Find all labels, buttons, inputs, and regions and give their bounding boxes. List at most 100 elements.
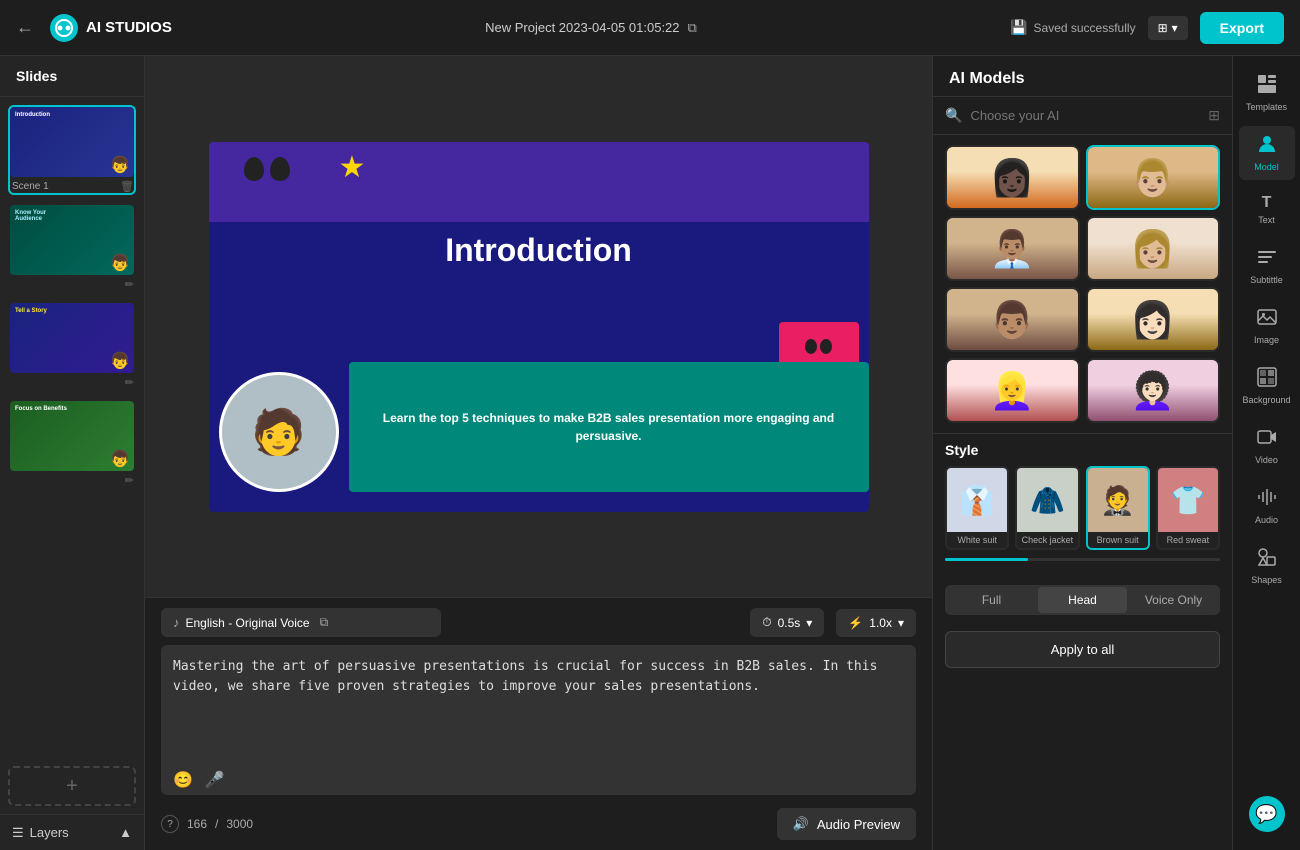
bottom-controls: ♪ English - Original Voice ⧉ ⏱ 0.5s ▾ ⚡ … [145,597,932,850]
shapes-icon [1257,547,1277,572]
ai-model-cristina[interactable]: 👩🏻‍🦱 cristina (Teacher) [1086,358,1221,423]
apply-to-all-button[interactable]: Apply to all [945,631,1220,668]
ai-model-paige[interactable]: 👩🏼 Paige [1086,216,1221,281]
layers-footer[interactable]: ☰ Layers ▲ [0,814,144,850]
slide-thumbnail: Introduction 👦 [10,107,134,177]
shapes-label: Shapes [1251,575,1282,585]
slide-edit-icon[interactable]: ✏ [125,474,134,487]
audio-preview-button[interactable]: 🔊 Audio Preview [777,808,916,840]
chat-bubble-button[interactable]: 💬 [1249,796,1285,832]
char-current: 166 [187,817,207,831]
bottom-footer: ? 166 / 3000 🔊 Audio Preview [161,808,916,840]
saved-status: 💾 Saved successfully [1010,19,1135,36]
style-check-jacket[interactable]: 🧥 Check jacket [1015,466,1079,550]
external-link-icon[interactable]: ⧉ [688,20,697,36]
ai-search-input[interactable] [970,108,1200,123]
audio-icon: 🔊 [793,816,809,832]
header-right: 💾 Saved successfully ⊞▾ Export [1010,12,1284,44]
delay-button[interactable]: ⏱ 0.5s ▾ [750,608,824,637]
model-haylyn-thumb: 👩🏻 [1088,289,1219,350]
main-content: Slides Introduction 👦 Scene 1 🗑 Know You… [0,56,1300,850]
toolbar-background[interactable]: Background [1239,359,1295,413]
toolbar-model[interactable]: Model [1239,126,1295,180]
slide-item[interactable]: Know YourAudience 👦 ✏ [8,203,136,293]
back-button[interactable]: ← [16,17,34,38]
ai-model-haylyn[interactable]: 👩🏻 haylyn (Teacher) [1086,287,1221,352]
slides-header: Slides [0,56,144,97]
toolbar-video[interactable]: Video [1239,419,1295,473]
layers-icon: ☰ [12,825,24,841]
model-dom-label: Dom [947,350,1078,352]
slide-label: ✏ [10,471,134,487]
project-title: New Project 2023-04-05 01:05:22 [485,20,679,35]
slide-item[interactable]: Introduction 👦 Scene 1 🗑 [8,105,136,195]
style-check-jacket-label: Check jacket [1017,532,1077,548]
slide-thumbnail: Focus on Benefits 👦 [10,401,134,471]
tab-voice-only[interactable]: Voice Only [1129,587,1218,613]
audio-icon [1257,487,1277,512]
add-slide-button[interactable]: + [8,766,136,806]
slide-delete-button[interactable]: 🗑 [120,180,134,193]
model-dom-thumb: 👨🏽 [947,289,1078,350]
ai-model-ruby[interactable]: 👱‍♀️ Ruby (Consultant) [945,358,1080,423]
layout-button[interactable]: ⊞▾ [1148,16,1188,40]
slide-edit-icon[interactable]: ✏ [125,376,134,389]
audio-preview-label: Audio Preview [817,817,900,832]
speed-button[interactable]: ⚡ 1.0x ▾ [836,609,916,637]
style-section: Style 👔 White suit 🧥 Check jacket [933,433,1232,577]
ai-model-daniel[interactable]: ✓ 👨🏼 Daniel (Announcer) [1086,145,1221,210]
script-textarea[interactable]: Mastering the art of persuasive presenta… [161,645,916,795]
tab-head[interactable]: Head [1038,587,1127,613]
model-paris-label: Paris (Announcer) [947,208,1078,210]
canvas-wrapper: ★ Introduction Learn the top 5 technique… [145,56,932,597]
toolbar-image[interactable]: Image [1239,299,1295,353]
project-title-area: New Project 2023-04-05 01:05:22 ⧉ [184,20,998,36]
toolbar-templates[interactable]: Templates [1239,66,1295,120]
slide-edit-icon[interactable]: ✏ [125,278,134,291]
audio-label: Audio [1255,515,1278,525]
right-toolbar: Templates Model T Text S [1232,56,1300,850]
style-red-sweat[interactable]: 👕 Red sweat [1156,466,1220,550]
voice-icon: ♪ [173,615,180,630]
delay-value: 0.5s [778,616,801,630]
ai-model-paris[interactable]: 👩🏿 Paris (Announcer) [945,145,1080,210]
toolbar-shapes[interactable]: Shapes [1239,539,1295,593]
tab-full[interactable]: Full [947,587,1036,613]
toolbar-text[interactable]: T Text [1239,186,1295,233]
filter-icon[interactable]: ⊞ [1208,107,1220,124]
ai-model-dom[interactable]: 👨🏽 Dom [945,287,1080,352]
char-max: 3000 [226,817,253,831]
slide-label: Scene 1 🗑 [10,177,134,193]
model-icon [1257,134,1277,159]
style-brown-suit[interactable]: 🤵 Brown suit [1086,466,1150,550]
image-icon [1257,307,1277,332]
emoji-icon[interactable]: 😊 [173,770,193,790]
voice-selector[interactable]: ♪ English - Original Voice ⧉ [161,608,441,637]
model-daniel-thumb: 👨🏼 [1088,147,1219,208]
model-paige-thumb: 👩🏼 [1088,218,1219,279]
toolbar-audio[interactable]: Audio [1239,479,1295,533]
canvas: ★ Introduction Learn the top 5 technique… [209,142,869,512]
image-label: Image [1254,335,1279,345]
model-cristina-thumb: 👩🏻‍🦱 [1088,360,1219,421]
microphone-icon[interactable]: 🎤 [205,770,225,790]
slide-item[interactable]: Focus on Benefits 👦 ✏ [8,399,136,489]
slide-thumbnail: Know YourAudience 👦 [10,205,134,275]
templates-label: Templates [1246,102,1287,112]
external-link-icon: ⧉ [320,615,329,630]
help-icon[interactable]: ? [161,815,179,833]
style-red-sweat-label: Red sweat [1158,532,1218,548]
slide-item[interactable]: Tell a Story 👦 ✏ [8,301,136,391]
text-icon: T [1262,194,1272,212]
logo-text: AI STUDIOS [86,19,172,36]
video-label: Video [1255,455,1278,465]
subtitle-label: Subtittle [1250,275,1283,285]
toolbar-subtitle[interactable]: Subtittle [1239,239,1295,293]
voice-bar: ♪ English - Original Voice ⧉ ⏱ 0.5s ▾ ⚡ … [161,608,916,637]
textarea-icons: 😊 🎤 [173,770,225,790]
ai-model-jonathan[interactable]: 👨🏽‍💼 Jonathan(Full) (Consultant) [945,216,1080,281]
export-button[interactable]: Export [1200,12,1284,44]
view-tabs: Full Head Voice Only [945,585,1220,615]
layers-label: Layers [30,825,69,840]
style-white-suit[interactable]: 👔 White suit [945,466,1009,550]
